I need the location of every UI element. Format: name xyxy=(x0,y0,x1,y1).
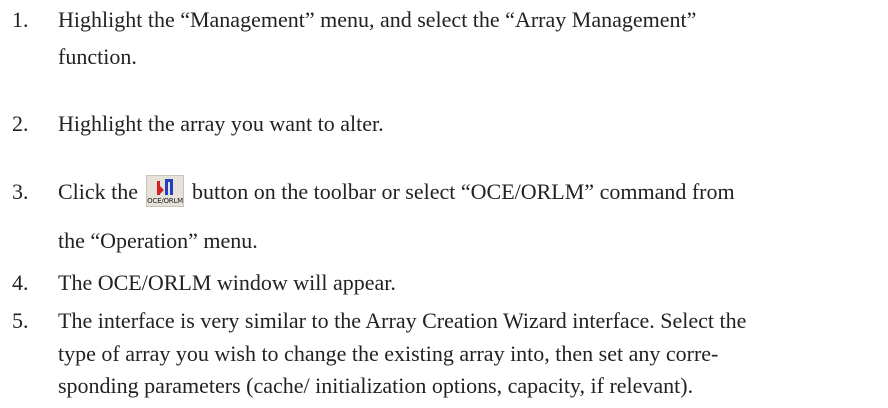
step-number: 5. xyxy=(12,308,29,333)
step-text: The OCE/ORLM window will appear. xyxy=(58,270,396,295)
step-number: 2. xyxy=(12,111,29,136)
step-text: button on the toolbar or select “OCE/ORL… xyxy=(192,179,735,204)
step-number: 4. xyxy=(12,270,29,295)
oce-orlm-toolbar-button[interactable]: OCE/ORLM xyxy=(146,174,185,207)
step-text: sponding parameters (cache/ initializati… xyxy=(58,373,694,398)
step-text: function. xyxy=(58,44,137,69)
step-text: Highlight the “Management” menu, and sel… xyxy=(58,7,697,32)
step-number: 3. xyxy=(12,179,29,204)
step-number: 1. xyxy=(12,7,29,32)
step-text: Click the xyxy=(58,179,139,204)
oce-orlm-icon xyxy=(157,178,174,195)
step-text: Highlight the array you want to alter. xyxy=(58,111,384,136)
step-text: the “Operation” menu. xyxy=(58,228,258,253)
toolbar-button-caption: OCE/ORLM xyxy=(147,196,183,205)
